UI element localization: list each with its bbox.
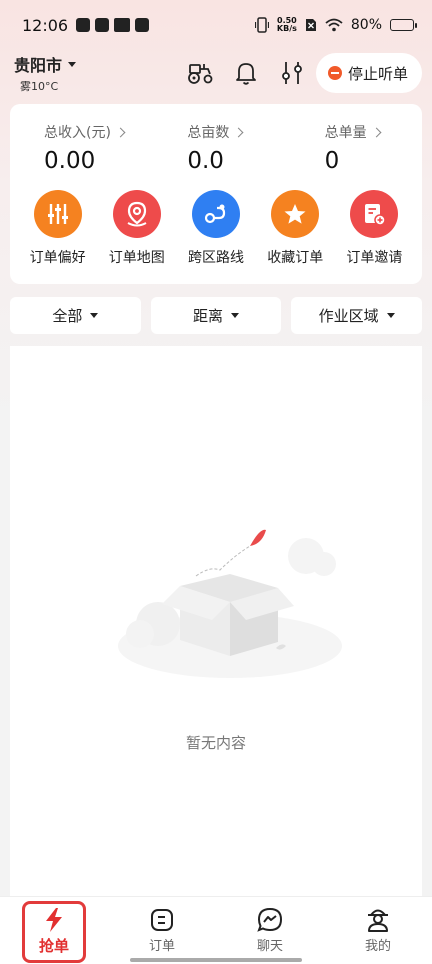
chat-icon — [257, 907, 283, 933]
stat-value: 0.0 — [187, 148, 224, 174]
filter-label: 作业区域 — [318, 307, 379, 325]
stop-listening-button[interactable]: 停止听单 — [315, 53, 422, 93]
invite-icon — [350, 190, 399, 238]
tab-profile[interactable]: 我的 — [324, 897, 432, 964]
caret-down-icon — [90, 313, 99, 318]
stat-total-income[interactable]: 总收入(元) 0.00 — [10, 122, 141, 174]
stop-listening-label: 停止听单 — [347, 64, 408, 83]
filter-label: 全部 — [52, 307, 83, 325]
tractor-icon[interactable] — [186, 59, 214, 87]
chevron-right-icon — [233, 127, 244, 137]
order-list: 暂无内容 — [10, 346, 422, 896]
stat-value: 0 — [324, 148, 340, 174]
tab-label: 订单 — [148, 939, 175, 954]
play-notification-icon — [95, 18, 110, 32]
stat-label: 总收入(元) — [44, 125, 111, 141]
chevron-right-icon — [371, 127, 382, 137]
filter-label: 距离 — [193, 307, 224, 325]
filter-sliders-icon[interactable] — [278, 59, 306, 87]
net-speed-unit: KB/s — [276, 24, 297, 33]
stats-row: 总收入(元) 0.00 总亩数 0.0 总单量 0 — [10, 104, 422, 174]
status-bar: 12:06 0.50 KB/s 80% — [0, 0, 432, 50]
quick-order-invite[interactable]: 订单邀请 — [335, 190, 414, 267]
quick-action-label: 收藏订单 — [267, 250, 324, 266]
weather-text: 雾10°C — [20, 80, 59, 93]
active-tab-highlight: 抢单 — [22, 900, 86, 963]
caret-down-icon — [231, 313, 240, 318]
empty-state-text: 暂无内容 — [185, 734, 246, 752]
tab-chat[interactable]: 聊天 — [216, 897, 324, 964]
bottom-tab-bar: 抢单 订单 聊天 我的 — [0, 896, 432, 964]
empty-box-illustration — [118, 529, 342, 678]
tab-orders[interactable]: 订单 — [108, 897, 216, 964]
caret-down-icon — [68, 61, 77, 67]
quick-order-map[interactable]: 订单地图 — [97, 190, 176, 267]
chevron-right-icon — [115, 127, 126, 137]
star-icon — [271, 190, 320, 238]
filter-all-dropdown[interactable]: 全部 — [10, 297, 141, 334]
sliders-icon — [33, 190, 82, 238]
header-actions — [186, 59, 306, 87]
bell-icon[interactable] — [232, 59, 260, 87]
tab-label: 我的 — [364, 939, 391, 954]
filter-distance-dropdown[interactable]: 距离 — [150, 297, 282, 334]
message-notification-icon — [135, 18, 150, 32]
status-time: 12:06 — [22, 15, 69, 35]
summary-card: 总收入(元) 0.00 总亩数 0.0 总单量 0 订单偏好 订单地图 跨区路线… — [10, 104, 422, 284]
stat-total-acres[interactable]: 总亩数 0.0 — [141, 122, 284, 174]
tab-label: 抢单 — [38, 937, 69, 955]
stop-icon — [327, 66, 342, 80]
status-right: 0.50 KB/s 80% — [254, 17, 417, 33]
quick-action-label: 订单偏好 — [29, 250, 86, 266]
city-selector[interactable]: 贵阳市 — [14, 52, 77, 76]
quick-action-label: 订单地图 — [108, 250, 165, 266]
sim-icon — [305, 19, 316, 31]
home-indicator — [130, 958, 302, 962]
city-name: 贵阳市 — [14, 56, 63, 75]
quick-action-label: 订单邀请 — [346, 250, 403, 266]
battery-icon — [390, 19, 417, 31]
filter-work-area-dropdown[interactable]: 作业区域 — [291, 297, 423, 334]
app-notification-icon — [76, 18, 91, 32]
quick-actions: 订单偏好 订单地图 跨区路线 收藏订单 订单邀请 — [10, 174, 422, 267]
app-notification-icon — [114, 18, 131, 32]
quick-order-preference[interactable]: 订单偏好 — [18, 190, 97, 267]
map-pin-icon — [112, 190, 161, 238]
location-selector[interactable]: 贵阳市 雾10°C — [14, 52, 77, 94]
stat-total-orders[interactable]: 总单量 0 — [285, 122, 422, 174]
battery-percent: 80% — [350, 17, 382, 33]
stat-value: 0.00 — [44, 148, 96, 174]
notification-icons — [76, 18, 150, 32]
quick-cross-region-route[interactable]: 跨区路线 — [176, 190, 255, 267]
route-icon — [192, 190, 240, 238]
header: 贵阳市 雾10°C 停止听单 — [0, 50, 432, 96]
stat-label: 总单量 — [324, 125, 367, 141]
stat-label: 总亩数 — [187, 125, 230, 141]
caret-down-icon — [386, 313, 395, 318]
quick-favorite-orders[interactable]: 收藏订单 — [256, 190, 335, 267]
wifi-icon — [325, 18, 343, 32]
net-speed: 0.50 KB/s — [277, 17, 297, 33]
vibrate-icon — [254, 17, 269, 33]
tab-grab-order[interactable]: 抢单 — [0, 897, 108, 964]
quick-action-label: 跨区路线 — [188, 250, 244, 266]
filter-bar: 全部 距离 作业区域 — [10, 297, 423, 334]
profile-icon — [365, 907, 391, 933]
lightning-icon — [41, 907, 67, 933]
tab-label: 聊天 — [256, 939, 283, 954]
order-icon — [149, 907, 175, 933]
